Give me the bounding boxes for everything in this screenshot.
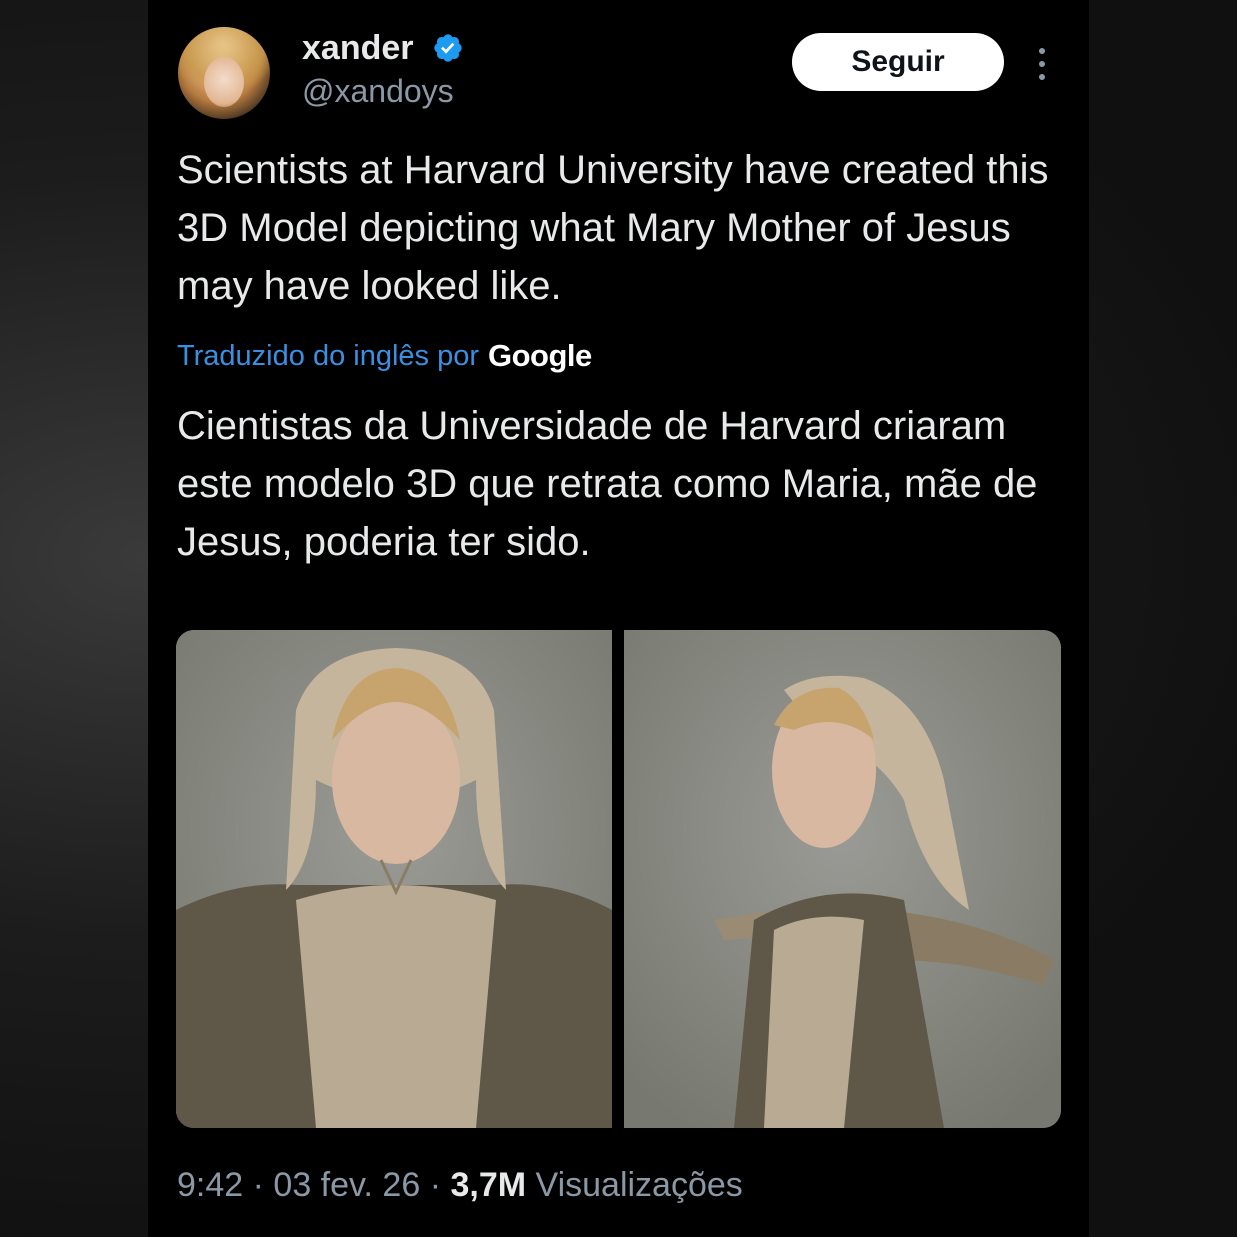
tweet-date[interactable]: 03 fev. 26 — [273, 1166, 420, 1204]
tweet-meta: 9:42 · 03 fev. 26 · 3,7M Visualizações — [177, 1162, 743, 1208]
translated-text: Cientistas da Universidade de Harvard cr… — [177, 404, 1038, 564]
media-photo-profile[interactable] — [624, 630, 1061, 1128]
tweet-media[interactable] — [176, 630, 1061, 1128]
front-view-illustration — [176, 630, 612, 1128]
translation-label[interactable]: Traduzido do inglês por — [177, 340, 479, 373]
tweet-time[interactable]: 9:42 — [177, 1166, 243, 1204]
more-dot — [1039, 48, 1045, 54]
follow-button[interactable]: Seguir — [792, 33, 1004, 91]
avatar[interactable] — [178, 27, 270, 119]
tweet-text: Scientists at Harvard University have cr… — [177, 148, 1049, 308]
more-vertical-icon[interactable] — [1032, 44, 1052, 84]
user-handle[interactable]: @xandoys — [302, 72, 454, 110]
more-dot — [1039, 74, 1045, 80]
verified-badge-icon — [434, 34, 462, 62]
translation-attribution[interactable]: Traduzido do inglês por Google — [177, 334, 592, 378]
views-count: 3,7M — [450, 1166, 527, 1204]
media-photo-front[interactable] — [176, 630, 612, 1128]
views-label: Visualizações — [535, 1166, 743, 1204]
google-logo: Google — [488, 338, 592, 373]
meta-separator: · — [252, 1166, 264, 1204]
meta-separator: · — [429, 1166, 442, 1204]
profile-view-illustration — [624, 630, 1061, 1128]
avatar-face — [204, 57, 244, 107]
more-dot — [1039, 61, 1045, 67]
display-name[interactable]: xander — [302, 28, 414, 68]
